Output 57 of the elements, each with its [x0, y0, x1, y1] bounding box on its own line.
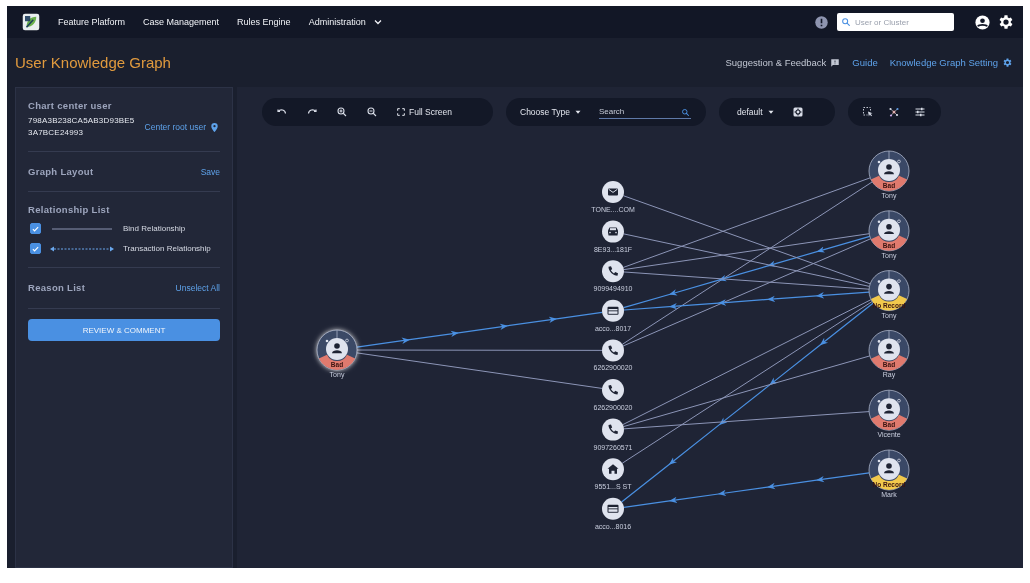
comment-icon	[830, 57, 841, 68]
center-root-link[interactable]: Center root user	[144, 121, 220, 133]
legend-label: Bind Relationship	[123, 224, 186, 233]
nav-item[interactable]: Rules Engine	[237, 17, 291, 27]
graph-icon	[888, 106, 900, 118]
pin-icon	[209, 121, 220, 133]
user-node[interactable]	[868, 449, 910, 491]
alert-icon	[814, 14, 829, 30]
nav-item[interactable]: Feature Platform	[58, 17, 126, 27]
user-node[interactable]	[868, 330, 910, 371]
user-id: 798A3B238CA5AB3D93BE53A7BCE24993	[28, 115, 136, 139]
header-link[interactable]: Guide	[852, 57, 878, 68]
search-field[interactable]: User or Cluster	[837, 13, 954, 31]
section-heading: Chart center user	[28, 100, 113, 111]
fit-view-icon	[791, 106, 804, 118]
type-dropdown[interactable]: Choose Type	[520, 107, 583, 117]
user-node[interactable]	[868, 150, 910, 192]
card-node-icon[interactable]	[602, 497, 624, 520]
settings-icon	[1002, 57, 1013, 68]
home-node-icon[interactable]	[602, 458, 624, 481]
car-node-icon[interactable]	[602, 220, 624, 243]
header-link[interactable]: Suggestion & Feedback	[725, 57, 841, 68]
full-screen-button[interactable]: Full Screen	[396, 107, 452, 117]
nav-item[interactable]: Case Management	[143, 17, 220, 27]
checkbox[interactable]	[30, 223, 41, 234]
section-heading: Graph Layout	[28, 166, 94, 177]
header-link[interactable]: Knowledge Graph Setting	[889, 57, 1013, 68]
phone-node-icon[interactable]	[602, 339, 624, 362]
section-heading: Relationship List	[28, 204, 111, 215]
search-field[interactable]: Search	[598, 105, 691, 119]
zoom-in-icon	[336, 106, 348, 118]
layout-dropdown[interactable]: default	[737, 107, 776, 117]
phone-node-icon[interactable]	[602, 260, 624, 283]
account-icon	[974, 13, 991, 31]
email-node-icon[interactable]	[602, 181, 624, 203]
section-heading: Reason List	[28, 282, 86, 293]
save-link[interactable]: Save	[200, 166, 220, 177]
sliders-icon	[914, 106, 926, 118]
phone-node-icon[interactable]	[602, 379, 624, 401]
user-node[interactable]	[868, 210, 910, 252]
selection-icon	[862, 106, 874, 118]
card-node-icon[interactable]	[602, 299, 624, 322]
checkbox[interactable]	[30, 243, 41, 254]
search-icon	[680, 107, 690, 117]
phone-node-icon[interactable]	[602, 418, 624, 441]
search-icon	[841, 17, 851, 27]
legend-label: Transaction Relationship	[123, 244, 211, 253]
nav-item[interactable]: Administration	[308, 16, 384, 28]
user-node[interactable]	[868, 389, 910, 431]
zoom-out-icon	[366, 106, 378, 118]
page-title: User Knowledge Graph	[15, 54, 172, 71]
user-node[interactable]	[316, 329, 358, 371]
unselect-all-link[interactable]: Unselect All	[175, 282, 220, 293]
logo-icon	[22, 13, 40, 31]
settings-icon	[997, 13, 1015, 31]
user-node[interactable]	[868, 270, 910, 311]
fullscreen-icon	[396, 107, 406, 117]
